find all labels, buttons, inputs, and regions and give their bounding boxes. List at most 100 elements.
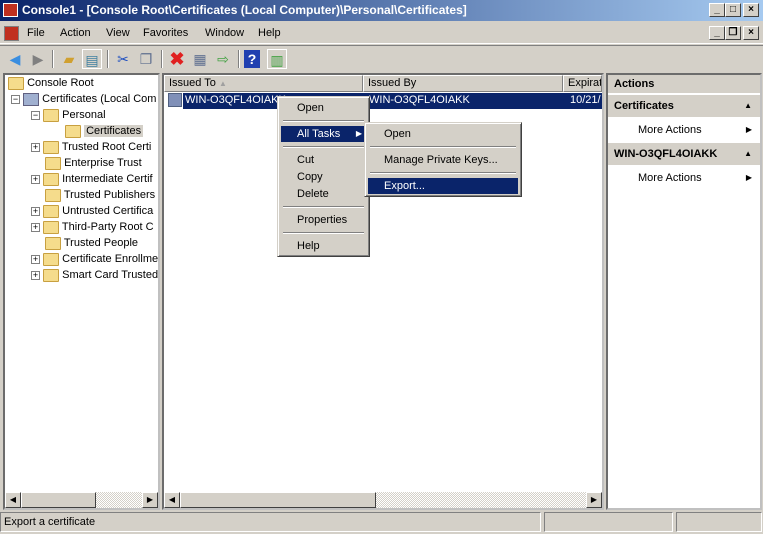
folder-icon xyxy=(43,108,60,122)
folder-icon xyxy=(45,156,61,170)
tree-item-console-root[interactable]: Console Root xyxy=(8,75,94,91)
folder-icon xyxy=(43,172,60,186)
menu-item-properties[interactable]: Properties xyxy=(281,212,366,228)
tree-item-personal[interactable]: − Personal xyxy=(31,107,106,123)
show-hide-tree-icon[interactable]: ▤ xyxy=(82,49,102,69)
mdi-close-button[interactable]: × xyxy=(743,26,759,40)
scroll-thumb[interactable] xyxy=(21,492,96,508)
tree-label: Certificates xyxy=(84,125,144,137)
cut-icon[interactable]: ✂ xyxy=(113,49,133,69)
menu-action[interactable]: Action xyxy=(60,27,91,39)
actions-group-win[interactable]: WIN-O3QFL4OIAKK ▲ xyxy=(608,143,760,165)
column-issued-to[interactable]: Issued To ▲ xyxy=(164,75,363,92)
tree-item-smart-card-trusted[interactable]: + Smart Card Trusted xyxy=(31,267,158,283)
tree-horizontal-scrollbar[interactable]: ◀ ▶ xyxy=(5,492,158,508)
expand-icon[interactable]: + xyxy=(31,254,40,264)
menu-item-open[interactable]: Open xyxy=(281,100,366,116)
sort-ascending-icon: ▲ xyxy=(218,79,227,88)
tree-item-trusted-people[interactable]: Trusted People xyxy=(45,235,138,251)
status-panel-3 xyxy=(676,512,762,532)
submenu-arrow-icon: ▶ xyxy=(745,125,752,134)
list-horizontal-scrollbar[interactable]: ◀ ▶ xyxy=(164,492,602,508)
cell-issued-by: WIN-O3QFL4OIAKK xyxy=(369,94,470,106)
expand-icon[interactable]: + xyxy=(31,174,40,184)
tree-item-untrusted[interactable]: + Untrusted Certifica xyxy=(31,203,153,219)
copy-icon[interactable]: ❐ xyxy=(136,49,156,69)
submenu-item-manage-private-keys[interactable]: Manage Private Keys... xyxy=(368,152,518,168)
submenu-item-open[interactable]: Open xyxy=(368,126,518,142)
menu-file[interactable]: File xyxy=(27,27,45,39)
tree-label: Enterprise Trust xyxy=(64,157,142,169)
help-icon[interactable]: ? xyxy=(244,50,260,68)
collapse-icon[interactable]: − xyxy=(31,110,40,120)
delete-icon[interactable]: ✖ xyxy=(167,49,187,69)
close-button[interactable]: × xyxy=(743,3,759,17)
scroll-right-icon[interactable]: ▶ xyxy=(586,492,602,508)
tree-item-trusted-root[interactable]: + Trusted Root Certi xyxy=(31,139,151,155)
group-title: Certificates xyxy=(614,100,674,112)
actions-group-certificates[interactable]: Certificates ▲ xyxy=(608,95,760,117)
properties-icon[interactable]: ▦ xyxy=(190,49,210,69)
scroll-thumb[interactable] xyxy=(180,492,376,508)
menu-separator xyxy=(283,146,364,148)
menu-item-delete[interactable]: Delete xyxy=(281,186,366,202)
scroll-left-icon[interactable]: ◀ xyxy=(5,492,21,508)
toolbar-separator xyxy=(161,50,163,68)
console-app-icon xyxy=(3,3,18,17)
column-issued-by[interactable]: Issued By xyxy=(363,75,563,92)
folder-icon xyxy=(8,76,24,90)
column-expiration[interactable]: Expirat xyxy=(563,75,602,92)
menu-favorites[interactable]: Favorites xyxy=(143,27,188,39)
menu-item-copy[interactable]: Copy xyxy=(281,169,366,185)
up-folder-icon[interactable]: ▰ xyxy=(59,49,79,69)
certificate-snapin-icon xyxy=(23,92,40,106)
tree-item-enterprise-trust[interactable]: Enterprise Trust xyxy=(45,155,142,171)
tree-item-trusted-publishers[interactable]: Trusted Publishers xyxy=(45,187,155,203)
scroll-left-icon[interactable]: ◀ xyxy=(164,492,180,508)
tree-label: Third-Party Root C xyxy=(61,221,154,233)
collapse-up-icon[interactable]: ▲ xyxy=(744,95,752,117)
tree-item-third-party-root[interactable]: + Third-Party Root C xyxy=(31,219,154,235)
export-list-icon[interactable]: ⇨ xyxy=(213,49,233,69)
forward-icon[interactable]: ▶ xyxy=(28,49,48,69)
folder-icon xyxy=(43,140,60,154)
tree-item-certificates-local[interactable]: − Certificates (Local Com xyxy=(11,91,156,107)
menu-item-help[interactable]: Help xyxy=(281,238,366,254)
menu-separator xyxy=(283,232,364,234)
cell-expiration: 10/21/ xyxy=(570,94,601,106)
maximize-button[interactable]: □ xyxy=(725,3,741,17)
minimize-button[interactable]: _ xyxy=(709,3,725,17)
menu-separator xyxy=(370,172,516,174)
tree-label: Certificates (Local Com xyxy=(42,93,157,105)
menu-item-all-tasks[interactable]: All Tasks ▶ xyxy=(281,126,366,142)
menu-help[interactable]: Help xyxy=(258,27,281,39)
mdi-restore-button[interactable]: ❐ xyxy=(725,26,741,40)
folder-icon xyxy=(45,188,61,202)
back-icon[interactable]: ◀ xyxy=(5,49,25,69)
all-tasks-submenu: Open Manage Private Keys... Export... xyxy=(364,122,522,197)
tree-item-intermediate[interactable]: + Intermediate Certif xyxy=(31,171,153,187)
expand-icon[interactable]: + xyxy=(31,206,40,216)
more-actions-win[interactable]: More Actions ▶ xyxy=(608,166,760,190)
tree-item-certificates[interactable]: Certificates xyxy=(65,123,144,139)
collapse-icon[interactable]: − xyxy=(11,94,20,104)
tree-label: Trusted People xyxy=(63,237,139,249)
folder-icon xyxy=(43,204,60,218)
submenu-item-export[interactable]: Export... xyxy=(368,178,518,194)
mdi-minimize-button[interactable]: _ xyxy=(709,26,725,40)
group-title: WIN-O3QFL4OIAKK xyxy=(614,148,718,160)
show-hide-action-pane-icon[interactable]: ▥ xyxy=(267,49,287,69)
console-tree: Console Root − Certificates (Local Com −… xyxy=(6,75,158,490)
menu-view[interactable]: View xyxy=(106,27,130,39)
collapse-up-icon[interactable]: ▲ xyxy=(744,143,752,165)
folder-icon xyxy=(43,268,60,282)
tree-item-certificate-enrollment[interactable]: + Certificate Enrollme xyxy=(31,251,158,267)
menu-item-cut[interactable]: Cut xyxy=(281,152,366,168)
scroll-right-icon[interactable]: ▶ xyxy=(142,492,158,508)
expand-icon[interactable]: + xyxy=(31,142,40,152)
expand-icon[interactable]: + xyxy=(31,222,40,232)
menu-label: All Tasks xyxy=(297,128,341,140)
expand-icon[interactable]: + xyxy=(31,270,40,280)
menu-window[interactable]: Window xyxy=(205,27,244,39)
more-actions-certificates[interactable]: More Actions ▶ xyxy=(608,118,760,142)
